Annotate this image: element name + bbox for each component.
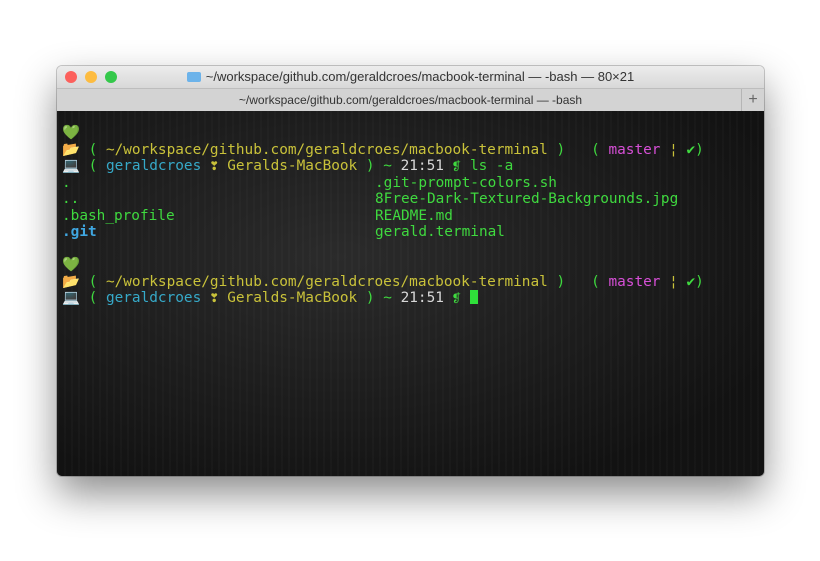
heart-icon: 💚	[62, 125, 80, 141]
terminal-content[interactable]: 💚 📂 ( ~/workspace/github.com/geraldcroes…	[57, 111, 764, 476]
path: ~/workspace/github.com/geraldcroes/macbo…	[105, 141, 548, 158]
directory: .git	[62, 224, 97, 240]
prompt-user-line: 💻 ( geraldcroes ❣ Geralds-MacBook ) ~ 21…	[62, 290, 704, 307]
window-title: ~/workspace/github.com/geraldcroes/macbo…	[205, 69, 635, 84]
paren: )	[556, 273, 566, 290]
prompt-path-line: 📂 ( ~/workspace/github.com/geraldcroes/m…	[62, 274, 704, 291]
paren: (	[591, 141, 600, 158]
paren: (	[88, 273, 98, 290]
file: .	[62, 174, 71, 191]
tilde: ~	[383, 290, 392, 306]
folder-icon	[186, 72, 201, 82]
paren: )	[556, 141, 566, 158]
prompt-symbol: ❡	[452, 290, 462, 306]
cursor	[469, 290, 478, 304]
time: 21:51	[400, 158, 444, 174]
check-icon: ✔	[686, 141, 696, 158]
file: README.md	[375, 207, 453, 224]
new-tab-button[interactable]: +	[741, 89, 764, 111]
command: ls -a	[469, 158, 514, 174]
laptop-icon: 💻	[62, 158, 80, 174]
heart-icon: 💚	[62, 257, 80, 273]
terminal-window: ~/workspace/github.com/geraldcroes/macbo…	[57, 66, 764, 476]
minimize-button[interactable]	[85, 71, 97, 83]
separator: ¦	[669, 273, 678, 290]
file: gerald.terminal	[375, 224, 505, 240]
host: Geralds-MacBook	[227, 158, 358, 174]
title-bar: ~/workspace/github.com/geraldcroes/macbo…	[57, 66, 764, 88]
file: .bash_profile	[62, 207, 175, 224]
folder-icon: 📂	[62, 141, 80, 158]
paren: )	[695, 141, 704, 158]
tab-bar: ~/workspace/github.com/geraldcroes/macbo…	[57, 88, 764, 112]
paren: (	[88, 290, 98, 306]
laptop-icon: 💻	[62, 290, 80, 306]
branch: master	[608, 141, 661, 158]
time: 21:51	[400, 290, 444, 306]
paren: (	[591, 273, 600, 290]
file: ..	[62, 191, 80, 207]
close-button[interactable]	[65, 71, 77, 83]
at-icon: ❣	[209, 158, 219, 174]
tilde: ~	[383, 158, 392, 174]
check-icon: ✔	[686, 273, 696, 290]
prompt-user-line: 💻 ( geraldcroes ❣ Geralds-MacBook ) ~ 21…	[62, 158, 704, 175]
file: .git-prompt-colors.sh	[375, 174, 557, 191]
paren: )	[365, 290, 375, 306]
host: Geralds-MacBook	[227, 290, 358, 306]
separator: ¦	[669, 141, 678, 158]
paren: )	[365, 158, 375, 174]
path: ~/workspace/github.com/geraldcroes/macbo…	[105, 273, 548, 290]
paren: (	[88, 158, 98, 174]
prompt-path-line: 📂 ( ~/workspace/github.com/geraldcroes/m…	[62, 142, 704, 159]
tab-bash[interactable]: ~/workspace/github.com/geraldcroes/macbo…	[239, 93, 582, 107]
paren: )	[695, 273, 704, 290]
paren: (	[88, 141, 98, 158]
user: geraldcroes	[105, 290, 202, 306]
zoom-button[interactable]	[105, 71, 117, 83]
at-icon: ❣	[209, 290, 219, 306]
branch: master	[608, 273, 661, 290]
folder-icon: 📂	[62, 273, 80, 290]
user: geraldcroes	[105, 158, 202, 174]
prompt-symbol: ❡	[452, 158, 462, 174]
file: 8Free-Dark-Textured-Backgrounds.jpg	[375, 191, 679, 207]
